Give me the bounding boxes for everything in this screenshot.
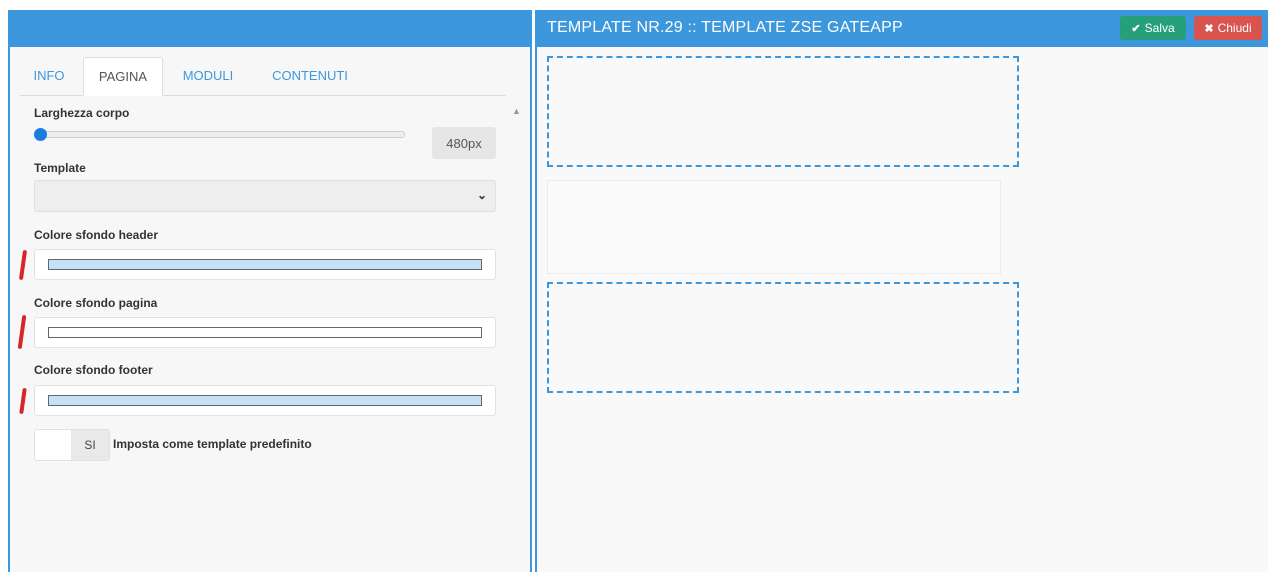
close-button-label: Chiudi: [1217, 21, 1252, 35]
body-width-slider[interactable]: [39, 131, 405, 138]
footer-drop-zone[interactable]: [547, 282, 1019, 393]
tab-pagina[interactable]: PAGINA: [83, 57, 163, 96]
red-annotation-mark: [18, 249, 28, 281]
header-color-picker[interactable]: [34, 249, 496, 280]
footer-color-swatch: [48, 395, 482, 406]
template-select[interactable]: ⌄: [34, 180, 496, 212]
close-button[interactable]: ✖ Chiudi: [1194, 16, 1262, 40]
page-color-label: Colore sfondo pagina: [34, 296, 158, 310]
chevron-down-icon: ⌄: [476, 188, 487, 202]
body-width-label: Larghezza corpo: [34, 106, 130, 120]
footer-color-label: Colore sfondo footer: [34, 363, 153, 377]
settings-tabs: INFO PAGINA MODULI CONTENUTI: [20, 57, 506, 96]
tab-contenuti[interactable]: CONTENUTI: [260, 57, 360, 95]
red-annotation-mark: [17, 314, 27, 350]
toggle-state: SI: [71, 430, 109, 460]
caret-up-icon[interactable]: ▲: [512, 106, 521, 116]
header-color-label: Colore sfondo header: [34, 228, 159, 242]
page-color-swatch: [48, 327, 482, 338]
settings-panel: INFO PAGINA MODULI CONTENUTI ▲ Larghezza…: [8, 10, 532, 572]
body-content-area[interactable]: [547, 180, 1001, 274]
body-width-value: 480px: [432, 127, 496, 159]
check-icon: ✔: [1131, 22, 1141, 35]
template-title: TEMPLATE NR.29 :: TEMPLATE ZSE GATEAPP: [547, 19, 903, 36]
default-template-label: Imposta come template predefinito: [113, 437, 312, 451]
header-color-swatch: [48, 259, 482, 270]
footer-color-picker[interactable]: [34, 385, 496, 416]
body-width-slider-handle[interactable]: [34, 128, 47, 141]
page-color-picker[interactable]: [34, 317, 496, 348]
settings-panel-header: [10, 10, 530, 47]
default-template-toggle[interactable]: SI: [34, 429, 110, 461]
save-button-label: Salva: [1144, 21, 1175, 35]
x-icon: ✖: [1204, 22, 1214, 35]
preview-header: TEMPLATE NR.29 :: TEMPLATE ZSE GATEAPP ✔…: [537, 10, 1268, 47]
save-button[interactable]: ✔ Salva: [1120, 16, 1186, 40]
red-annotation-mark: [19, 387, 27, 415]
preview-panel: TEMPLATE NR.29 :: TEMPLATE ZSE GATEAPP ✔…: [535, 10, 1268, 572]
tab-moduli[interactable]: MODULI: [173, 57, 243, 95]
header-drop-zone[interactable]: [547, 56, 1019, 167]
template-label: Template: [34, 161, 86, 175]
tab-info[interactable]: INFO: [20, 57, 78, 95]
